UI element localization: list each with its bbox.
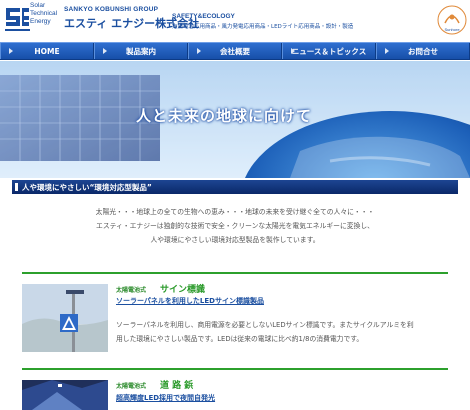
- hero-headline: 人と未来の地球に向けて: [136, 107, 313, 125]
- nav-arrow-icon: [291, 48, 295, 54]
- product-link[interactable]: ソーラーパネルを利用したLEDサイン標識製品: [116, 296, 264, 306]
- intro-line: 人や環境にやさしい環境対応型製品を製作しています。: [150, 236, 320, 244]
- product-divider: [22, 368, 448, 370]
- nav-home[interactable]: HOME: [0, 43, 94, 59]
- road-stud-image-icon: [22, 380, 108, 410]
- nav-arrow-icon: [385, 48, 389, 54]
- nav-label: お問合せ: [408, 46, 438, 56]
- main-nav: HOME 製品案内 会社概要 ニュース＆トピックス お問合せ: [0, 42, 470, 60]
- product-kind: 太陽電池式: [116, 383, 147, 390]
- logo-subtext: Solar Technical Energy: [30, 2, 58, 25]
- nav-label: ニュース＆トピックス: [291, 46, 367, 56]
- intro-line: 太陽光・・・地球上の全ての生物への恵み・・・地球の未来を受け継ぐ全ての人々に・・…: [95, 208, 375, 216]
- road-stud-product-image[interactable]: [22, 380, 108, 410]
- nav-company[interactable]: 会社概要: [188, 43, 282, 59]
- section-title-bar: 人や環境にやさしい“環境対応型製品”: [12, 180, 458, 194]
- nav-label: 製品案内: [126, 46, 156, 56]
- company-logo-icon[interactable]: [2, 2, 32, 36]
- sign-product-image[interactable]: [22, 284, 108, 352]
- nav-arrow-icon: [9, 48, 13, 54]
- product-name: サイン標識: [160, 285, 206, 295]
- nav-label: 会社概要: [220, 46, 250, 56]
- group-name: SANKYO KOBUNSHI GROUP: [64, 6, 159, 13]
- nav-arrow-icon: [197, 48, 201, 54]
- intro-text: 太陽光・・・地球上の全ての生物への恵み・・・地球の未来を受け継ぐ全ての人々に・・…: [0, 205, 470, 247]
- svg-text:Sunhore: Sunhore: [444, 27, 460, 32]
- product-divider: [22, 272, 448, 274]
- hero-banner: 人と未来の地球に向けて: [0, 61, 470, 178]
- product-name: 道 路 鋲: [160, 381, 194, 391]
- nav-label: HOME: [34, 46, 60, 56]
- nav-news[interactable]: ニュース＆トピックス: [282, 43, 376, 59]
- product-description: ソーラーパネルを利用し、商用電源を必要としないLEDサイン標識です。またサイクル…: [116, 321, 414, 343]
- intro-line: エスティ・エナジーは独創的な技術で安全・クリーンな太陽光を電気エネルギーに変換し…: [96, 222, 374, 230]
- product-kind: 太陽電池式: [116, 287, 147, 294]
- site-header: Solar Technical Energy SANKYO KOBUNSHI G…: [0, 0, 470, 41]
- nav-contact[interactable]: お問合せ: [376, 43, 470, 59]
- product-link[interactable]: 超高輝度LED採用で夜間自発光: [116, 393, 215, 403]
- section-title: 人や環境にやさしい“環境対応型製品”: [22, 182, 152, 192]
- business-tagline: 太陽電池応用商品・風力発電応用商品・LEDライト応用商品・設計・製造: [172, 24, 354, 30]
- sunhore-logo-icon[interactable]: Sunhore: [435, 3, 469, 37]
- safety-ecology-label: SAFETY&ECOLOGY: [172, 13, 235, 20]
- sign-pole-image-icon: [22, 284, 108, 352]
- nav-arrow-icon: [103, 48, 107, 54]
- nav-products[interactable]: 製品案内: [94, 43, 188, 59]
